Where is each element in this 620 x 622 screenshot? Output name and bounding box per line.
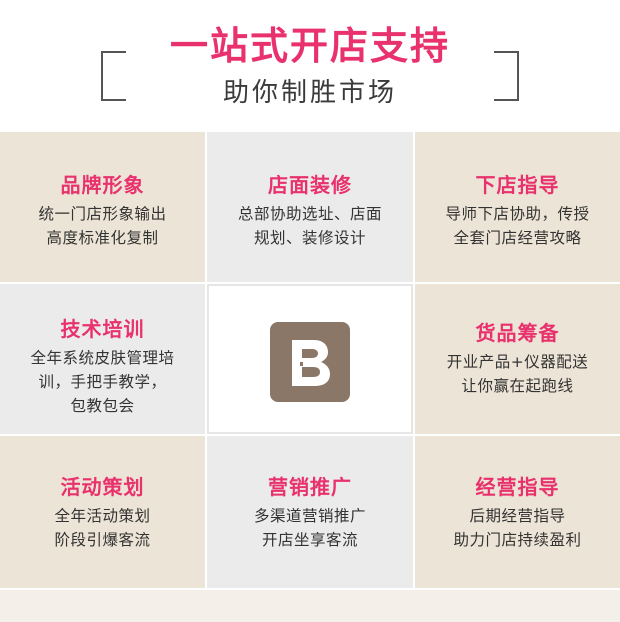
feature-event-planning: 活动策划 全年活动策划 阶段引爆客流 [0, 436, 205, 588]
logo-panel [207, 284, 413, 434]
feature-description: 全年活动策划 阶段引爆客流 [54, 507, 151, 549]
feature-description: 多渠道营销推广 开店坐享客流 [253, 507, 366, 549]
feature-brand-image: 品牌形象 统一门店形象输出 高度标准化复制 [0, 132, 205, 282]
feature-marketing-promotion: 营销推广 多渠道营销推广 开店坐享客流 [207, 436, 413, 588]
feature-description: 统一门店形象输出 高度标准化复制 [38, 205, 167, 247]
feature-title: 货品筹备 [475, 321, 560, 345]
feature-description: 总部协助选址、店面 规划、装修设计 [237, 205, 382, 247]
footer-band [0, 590, 620, 622]
feature-description: 后期经营指导 助力门店持续盈利 [453, 507, 582, 549]
feature-title: 经营指导 [475, 475, 560, 499]
feature-title: 技术培训 [60, 317, 145, 341]
feature-goods-preparation: 货品筹备 开业产品+仪器配送 让你赢在起跑线 [415, 284, 620, 434]
feature-grid: 品牌形象 统一门店形象输出 高度标准化复制 店面装修 总部协助选址、店面 规划、… [0, 132, 620, 588]
feature-title: 营销推广 [268, 475, 352, 499]
feature-title: 品牌形象 [60, 173, 145, 197]
feature-description: 开业产品+仪器配送 让你赢在起跑线 [446, 353, 589, 395]
feature-store-decoration: 店面装修 总部协助选址、店面 规划、装修设计 [207, 132, 413, 282]
feature-description: 导师下店协助，传授 全套门店经营攻略 [445, 205, 590, 247]
brand-b-logo-icon [270, 322, 350, 402]
feature-operation-guidance: 经营指导 后期经营指导 助力门店持续盈利 [415, 436, 620, 588]
page-subtitle: 助你制胜市场 [222, 78, 397, 108]
header: 一站式开店支持 助你制胜市场 [0, 0, 620, 132]
feature-title: 店面装修 [268, 173, 352, 197]
feature-store-guidance: 下店指导 导师下店协助，传授 全套门店经营攻略 [415, 132, 620, 282]
feature-description: 全年系统皮肤管理培 训，手把手教学， 包教包会 [30, 349, 175, 415]
feature-title: 下店指导 [475, 173, 560, 197]
feature-technical-training: 技术培训 全年系统皮肤管理培 训，手把手教学， 包教包会 [0, 284, 205, 434]
feature-title: 活动策划 [60, 475, 145, 499]
page-title: 一站式开店支持 [169, 24, 450, 68]
